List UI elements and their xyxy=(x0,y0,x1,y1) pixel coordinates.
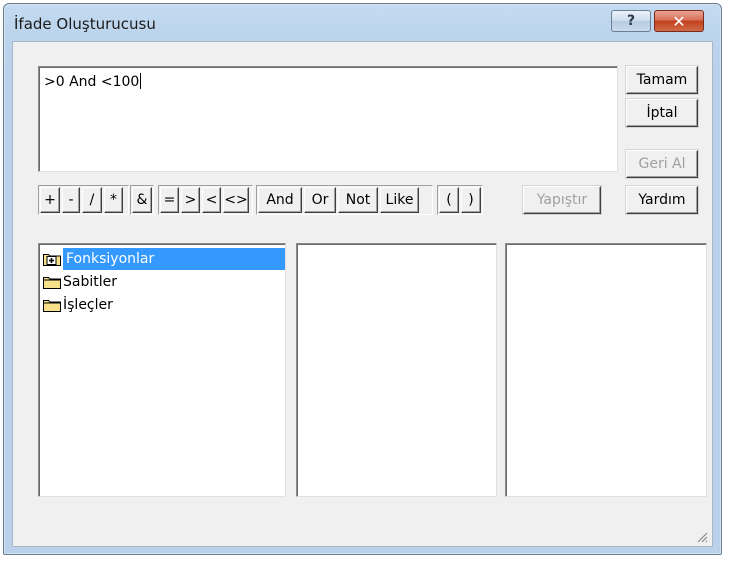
op-equals-button[interactable]: = xyxy=(160,187,179,213)
close-button[interactable]: ✕ xyxy=(654,10,704,32)
op-and-button[interactable]: And xyxy=(258,187,302,213)
help-title-button[interactable]: ? xyxy=(611,10,651,32)
element-categories-list[interactable] xyxy=(296,243,497,497)
expression-elements-tree[interactable]: Fonksiyonlar Sabitler İşleçler xyxy=(38,243,286,497)
arithmetic-operators: + - / * xyxy=(38,185,129,215)
folder-plus-icon xyxy=(43,253,61,266)
op-close-paren-button[interactable]: ) xyxy=(461,187,481,213)
folder-icon xyxy=(43,299,61,312)
op-less-button[interactable]: < xyxy=(202,187,221,213)
folder-icon xyxy=(43,276,61,289)
tree-item-operators[interactable]: İşleçler xyxy=(39,293,285,316)
logical-operators: And Or Not Like xyxy=(256,185,433,215)
op-not-equal-button[interactable]: <> xyxy=(223,187,249,213)
paste-button[interactable]: Yapıştır xyxy=(523,186,601,214)
op-multiply-button[interactable]: * xyxy=(104,187,123,213)
op-divide-button[interactable]: / xyxy=(82,187,102,213)
tree-item-functions[interactable]: Fonksiyonlar xyxy=(39,247,285,270)
op-open-paren-button[interactable]: ( xyxy=(439,187,459,213)
concat-operators: & xyxy=(130,185,154,215)
op-minus-button[interactable]: - xyxy=(62,187,80,213)
close-icon: ✕ xyxy=(672,11,686,31)
paren-operators: ( ) xyxy=(437,185,483,215)
cancel-button[interactable]: İptal xyxy=(626,99,698,127)
op-plus-button[interactable]: + xyxy=(40,187,60,213)
tree-item-label: İşleçler xyxy=(63,296,113,313)
tree-item-label: Sabitler xyxy=(63,273,117,290)
window-title: İfade Oluşturucusu xyxy=(14,15,156,33)
op-not-button[interactable]: Not xyxy=(338,187,378,213)
element-values-list[interactable] xyxy=(505,243,707,497)
undo-button[interactable]: Geri Al xyxy=(626,150,698,178)
op-greater-button[interactable]: > xyxy=(181,187,200,213)
op-or-button[interactable]: Or xyxy=(304,187,336,213)
resize-grip-icon[interactable] xyxy=(696,531,708,543)
expression-builder-window: İfade Oluşturucusu ? ✕ >0 And <100 Tamam… xyxy=(3,3,722,555)
tree-item-label: Fonksiyonlar xyxy=(63,247,285,270)
expression-text: >0 And <100 xyxy=(44,74,140,90)
question-icon: ? xyxy=(626,13,636,29)
tree-item-constants[interactable]: Sabitler xyxy=(39,270,285,293)
ok-button[interactable]: Tamam xyxy=(626,66,698,94)
dialog-client: >0 And <100 Tamam İptal Geri Al Yardım Y… xyxy=(12,41,713,547)
expression-textbox[interactable]: >0 And <100 xyxy=(38,66,618,172)
text-caret xyxy=(140,73,142,89)
comparison-operators: = > < <> xyxy=(158,185,253,215)
op-ampersand-button[interactable]: & xyxy=(132,187,152,213)
help-button[interactable]: Yardım xyxy=(626,186,698,214)
op-like-button[interactable]: Like xyxy=(380,187,419,213)
